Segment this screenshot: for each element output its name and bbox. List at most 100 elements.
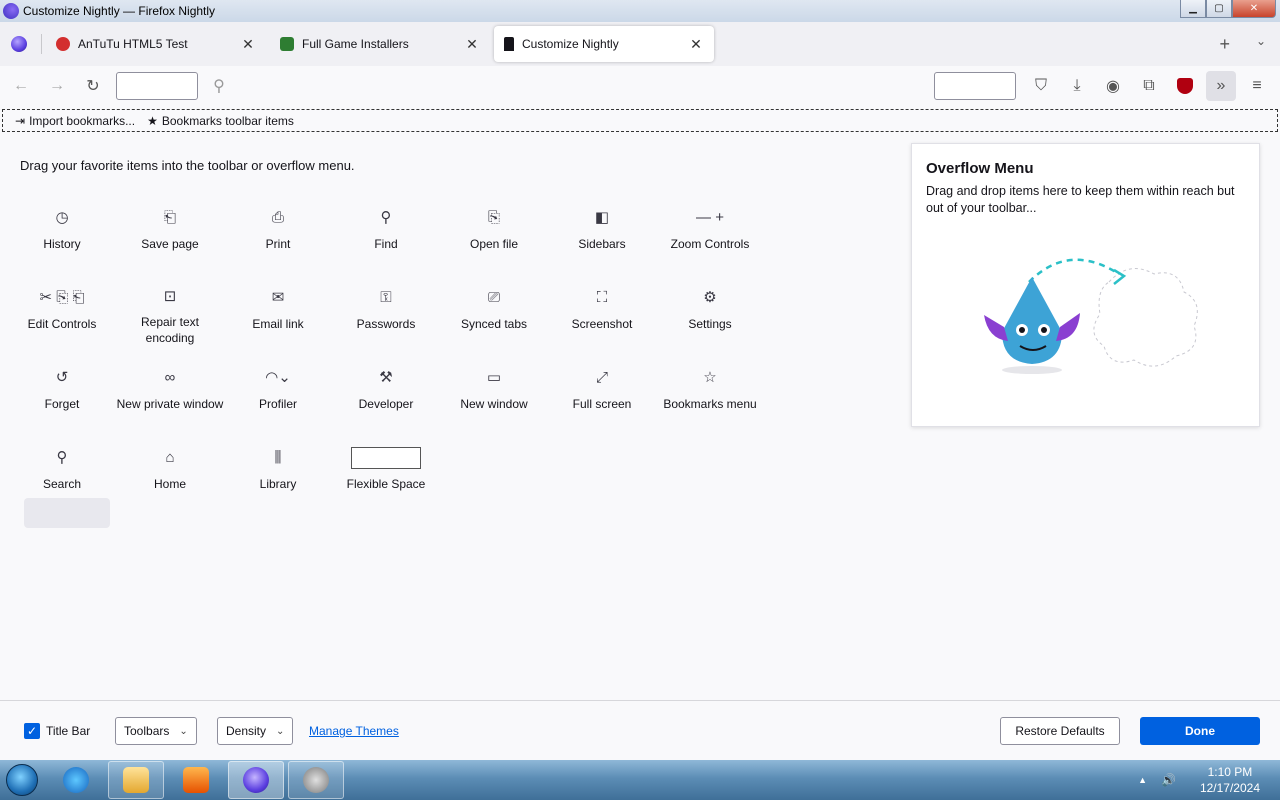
history-icon: ◷ [55,209,69,226]
tab-full-game-installers[interactable]: Full Game Installers ✕ [270,26,490,62]
overflow-menu-button[interactable]: » [1206,71,1236,101]
palette-item-library[interactable]: ⫼ Library [224,440,332,506]
downloads-icon[interactable]: ⤓ [1062,71,1092,101]
show-hidden-icons-icon[interactable]: ▲ [1138,775,1147,785]
customize-intro-text: Drag your favorite items into the toolba… [20,158,355,173]
manage-themes-link[interactable]: Manage Themes [309,724,399,738]
overflow-menu-panel: Overflow Menu Drag and drop items here t… [911,143,1260,427]
new-tab-button[interactable]: + [1219,34,1230,55]
tab-close-icon[interactable]: ✕ [240,36,256,53]
back-button[interactable]: ← [6,71,36,101]
checkbox-check-icon: ✓ [24,723,40,739]
key-icon: ⚿ [380,288,392,306]
palette-item-bookmarks-menu[interactable]: ☆ Bookmarks menu [656,360,764,426]
taskbar-internet-explorer[interactable] [48,761,104,799]
bookmarks-toolbar-items[interactable]: ★ Bookmarks toolbar items [147,114,294,128]
firefox-nightly-icon [3,3,19,19]
star-icon: ★ [147,113,158,128]
screenshot-icon: ⛶ [596,288,608,306]
list-all-tabs-button[interactable]: ⌄ [1256,34,1266,48]
density-dropdown[interactable]: Density ⌄ [217,717,293,745]
toolbars-label: Toolbars [124,724,170,738]
clock-time: 1:10 PM [1207,765,1253,779]
account-icon[interactable]: ◉ [1098,71,1128,101]
title-bar-checkbox[interactable]: ✓ Title Bar [24,723,90,739]
palette-item-sidebars[interactable]: ◧ Sidebars [548,200,656,266]
edit-controls-icon: ✂ ⎘ ⎗ [39,289,85,306]
import-bookmarks-button[interactable]: ⇥ Import bookmarks... [15,114,135,128]
ublock-origin-icon[interactable] [1170,71,1200,101]
palette-item-passwords[interactable]: ⚿ Passwords [332,280,440,346]
palette-item-full-screen[interactable]: ⤢ Full screen [548,360,656,426]
sidebars-icon: ◧ [594,209,610,226]
tab-customize-nightly[interactable]: Customize Nightly ✕ [494,26,714,62]
tab-close-icon[interactable]: ✕ [464,36,480,53]
close-window-button[interactable]: ✕ [1232,0,1276,18]
search-field-placeholder[interactable] [934,72,1016,100]
palette-item-repair-text-encoding[interactable]: ⊡ Repair text encoding [116,280,224,346]
clock-date: 12/17/2024 [1199,781,1260,795]
tab-antutu[interactable]: AnTuTu HTML5 Test ✕ [46,26,266,62]
palette-item-label: Developer [358,397,414,411]
urlbar-placeholder[interactable] [116,72,198,100]
palette-item-edit-controls[interactable]: ✂ ⎘ ⎗ Edit Controls [8,280,116,346]
toolbars-dropdown[interactable]: Toolbars ⌄ [115,717,197,745]
palette-item-new-window[interactable]: ▭ New window [440,360,548,426]
taskbar-installer[interactable] [288,761,344,799]
palette-item-label: Settings [688,317,732,331]
palette-item-label: History [43,237,81,251]
volume-icon[interactable]: 🔊 [1161,773,1176,787]
tab-label: Full Game Installers [302,37,409,51]
palette-item-label: Bookmarks menu [663,397,757,411]
tab-close-icon[interactable]: ✕ [688,36,704,53]
palette-item-label: Screenshot [571,317,633,331]
extensions-icon[interactable]: ⧉ [1134,71,1164,101]
antutu-favicon-icon [56,37,70,51]
palette-item-search[interactable]: ⚲ Search [8,440,116,506]
nav-right-group: ⛉ ⤓ ◉ ⧉ » ≡ [926,71,1272,101]
taskbar-media-player[interactable] [168,761,224,799]
taskbar-file-explorer[interactable] [108,761,164,799]
palette-item-forget[interactable]: ↺ Forget [8,360,116,426]
palette-item-screenshot[interactable]: ⛶ Screenshot [548,280,656,346]
palette-item-synced-tabs[interactable]: ⎚ Synced tabs [440,280,548,346]
palette-item-find[interactable]: ⚲ Find [332,200,440,266]
palette-item-settings[interactable]: ⚙ Settings [656,280,764,346]
palette-item-print[interactable]: ⎙ Print [224,200,332,266]
taskbar-firefox-nightly[interactable] [228,761,284,799]
palette-item-history[interactable]: ◷ History [8,200,116,266]
forward-button[interactable]: → [42,71,72,101]
search-icon[interactable]: ⚲ [204,71,234,101]
internet-explorer-icon [63,767,89,793]
maximize-button[interactable]: ▢ [1206,0,1232,18]
private-mask-icon: ∞ [164,368,176,386]
overflow-menu-title: Overflow Menu [926,160,1034,177]
palette-item-developer[interactable]: ⚒ Developer [332,360,440,426]
palette-item-email-link[interactable]: ✉ Email link [224,280,332,346]
home-icon: ⌂ [165,448,175,466]
reload-button[interactable]: ↻ [78,71,108,101]
palette-item-label: Zoom Controls [670,237,750,251]
firefox-view-icon[interactable] [11,36,27,52]
palette-item-zoom-controls[interactable]: — + Zoom Controls [656,200,764,266]
pocket-icon[interactable]: ⛉ [1026,71,1056,101]
palette-item-label: Passwords [356,317,416,331]
start-button[interactable] [0,760,44,800]
palette-item-label: Full screen [572,397,632,411]
palette-item-home[interactable]: ⌂ Home [116,440,224,506]
palette-item-profiler[interactable]: ◠⌄ Profiler [224,360,332,426]
minimize-button[interactable]: ▁ [1180,0,1206,18]
title-bar-label: Title Bar [46,724,91,738]
chevron-down-icon: ⌄ [276,725,285,737]
palette-item-open-file[interactable]: ⎘ Open file [440,200,548,266]
taskbar-clock[interactable]: 1:10 PM 12/17/2024 [1200,764,1260,796]
palette-item-new-private-window[interactable]: ∞ New private window [116,360,224,426]
palette-item-save-page[interactable]: ⎗ Save page [116,200,224,266]
print-icon: ⎙ [271,208,284,226]
palette-item-flexible-space[interactable]: Flexible Space [332,440,440,506]
repair-text-encoding-icon: ⊡ [163,288,177,305]
bookmarks-toolbar-items-label: Bookmarks toolbar items [161,113,294,128]
restore-defaults-button[interactable]: Restore Defaults [1000,717,1120,745]
done-button[interactable]: Done [1140,717,1260,745]
app-menu-button[interactable]: ≡ [1242,71,1272,101]
